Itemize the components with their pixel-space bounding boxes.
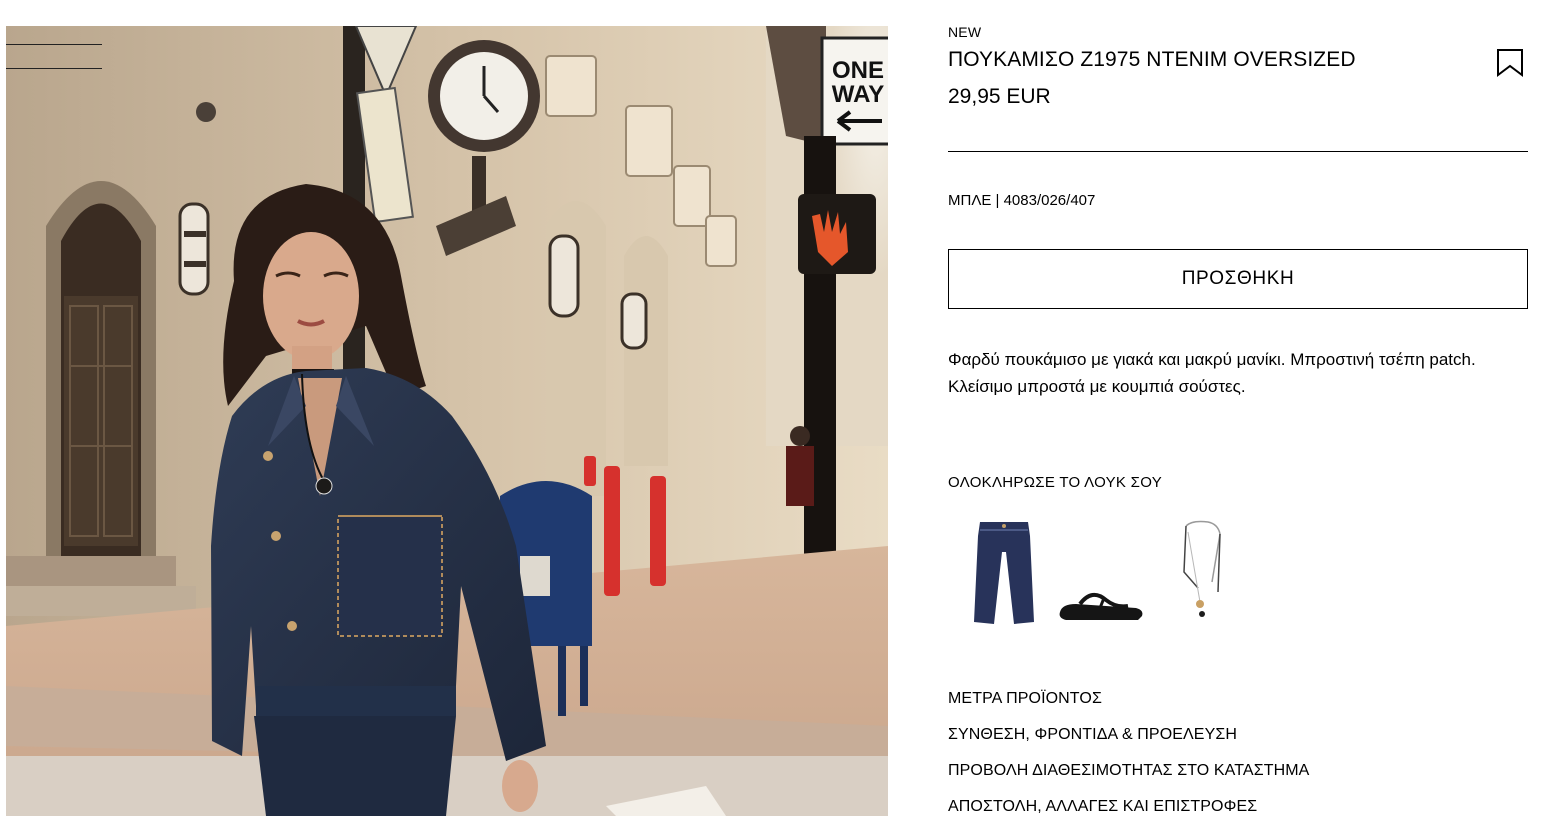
jeans-image: [974, 522, 1034, 624]
add-to-cart-button[interactable]: ΠΡΟΣΘΗΚΗ: [948, 249, 1528, 309]
link-composition-care-origin[interactable]: ΣΥΝΘΕΣΗ, ΦΡΟΝΤΙΔΑ & ΠΡΟΕΛΕΥΣΗ: [948, 725, 1309, 761]
header-divider: [948, 151, 1528, 152]
look-item-sandals[interactable]: [1052, 512, 1152, 632]
product-description: Φαρδύ πουκάμισο με γιακά και μακρύ μανίκ…: [948, 350, 1476, 396]
product-hero-image[interactable]: ONE WAY: [6, 26, 888, 816]
link-store-availability[interactable]: ΠΡΟΒΟΛΗ ΔΙΑΘΕΣΙΜΟΤΗΤΑΣ ΣΤΟ ΚΑΤΑΣΤΗΜΑ: [948, 761, 1309, 797]
necklace-image: [1183, 520, 1221, 617]
svg-text:WAY: WAY: [832, 81, 884, 108]
link-shipping-returns[interactable]: ΑΠΟΣΤΟΛΗ, ΑΛΛΑΓΕΣ ΚΑΙ ΕΠΙΣΤΡΟΦΕΣ: [948, 797, 1309, 816]
complete-look-title: ΟΛΟΚΛΗΡΩΣΕ ΤΟ ΛΟΥΚ ΣΟΥ: [948, 474, 1163, 491]
look-item-jeans[interactable]: [954, 512, 1054, 632]
new-badge: NEW: [948, 24, 982, 40]
bookmark-icon[interactable]: [1496, 48, 1524, 78]
product-info-panel: NEW ΠΟΥΚΑΜΙΣΟ Z1975 ΝΤΕΝΙΜ OVERSIZED 29,…: [948, 0, 1528, 816]
sandals-image: [1059, 592, 1143, 620]
indicator-line: [6, 44, 102, 45]
link-product-measurements[interactable]: ΜΕΤΡΑ ΠΡΟΪΟΝΤΟΣ: [948, 689, 1309, 725]
product-price: 29,95 EUR: [948, 85, 1051, 108]
product-info-links: ΜΕΤΡΑ ΠΡΟΪΟΝΤΟΣ ΣΥΝΘΕΣΗ, ΦΡΟΝΤΙΔΑ & ΠΡΟΕ…: [948, 689, 1309, 816]
look-item-necklace[interactable]: [1164, 512, 1264, 632]
color-and-reference: ΜΠΛΕ | 4083/026/407: [948, 192, 1096, 209]
product-title: ΠΟΥΚΑΜΙΣΟ Z1975 ΝΤΕΝΙΜ OVERSIZED: [948, 48, 1356, 71]
indicator-line: [6, 68, 102, 69]
product-page: ONE WAY NEW ΠΟΥΚΑΜΙΣΟ Z1975 ΝΤΕΝΙΜ OVERS…: [0, 0, 1553, 816]
gallery-position-indicator[interactable]: [6, 44, 102, 70]
one-way-sign-text: ONE: [832, 57, 884, 84]
